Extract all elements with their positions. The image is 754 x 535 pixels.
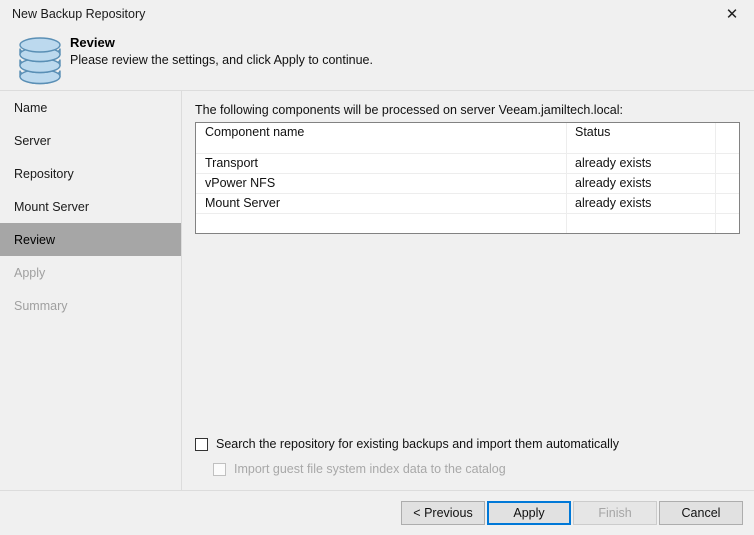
- close-button[interactable]: ✕: [710, 0, 754, 28]
- close-icon: ✕: [725, 4, 739, 23]
- sidebar-item-label: Name: [14, 100, 48, 115]
- import-index-checkbox: [213, 462, 226, 476]
- page-title: Review: [70, 35, 115, 50]
- database-repository-icon: [14, 32, 66, 88]
- table-header-row: Component name Status: [196, 123, 739, 143]
- wizard-header: Review Please review the settings, and c…: [0, 28, 754, 91]
- cell-component-name: vPower NFS: [205, 176, 276, 190]
- column-header-status[interactable]: Status: [575, 125, 610, 139]
- cell-component-name: Transport: [205, 156, 259, 170]
- table-row[interactable]: vPower NFS already exists: [196, 174, 739, 194]
- wizard-footer: < Previous Apply Finish Cancel: [0, 491, 754, 535]
- import-index-label: Import guest file system index data to t…: [234, 462, 506, 476]
- cell-status: already exists: [575, 156, 652, 170]
- search-repository-label: Search the repository for existing backu…: [216, 437, 619, 451]
- column-header-component-name[interactable]: Component name: [205, 125, 304, 139]
- apply-button[interactable]: Apply: [487, 501, 571, 525]
- finish-button: Finish: [573, 501, 657, 525]
- previous-button[interactable]: < Previous: [401, 501, 485, 525]
- window-title: New Backup Repository: [12, 7, 146, 21]
- sidebar-item-label: Mount Server: [14, 199, 90, 214]
- components-table[interactable]: Component name Status Transport already …: [195, 122, 740, 234]
- search-repository-checkbox[interactable]: [195, 437, 208, 451]
- table-row[interactable]: Mount Server already exists: [196, 194, 739, 214]
- cell-status: already exists: [575, 196, 652, 210]
- sidebar-item-review[interactable]: Review: [0, 223, 181, 256]
- sidebar-item-repository[interactable]: Repository: [0, 157, 181, 190]
- sidebar-item-mount-server[interactable]: Mount Server: [0, 190, 181, 223]
- table-row[interactable]: Transport already exists: [196, 154, 739, 174]
- sidebar-item-name[interactable]: Name: [0, 91, 181, 124]
- sidebar-item-server[interactable]: Server: [0, 124, 181, 157]
- cancel-button[interactable]: Cancel: [659, 501, 743, 525]
- import-index-checkbox-row: Import guest file system index data to t…: [213, 462, 506, 476]
- sidebar-item-label: Summary: [14, 298, 68, 313]
- sidebar-item-summary: Summary: [0, 289, 181, 322]
- main-content-panel: The following components will be process…: [182, 91, 754, 490]
- page-subtitle: Please review the settings, and click Ap…: [70, 53, 373, 67]
- sidebar-item-label: Server: [14, 133, 51, 148]
- sidebar-item-label: Review: [14, 232, 55, 247]
- cell-status: already exists: [575, 176, 652, 190]
- window-titlebar: New Backup Repository ✕: [0, 0, 754, 28]
- sidebar-item-apply: Apply: [0, 256, 181, 289]
- cell-component-name: Mount Server: [205, 196, 281, 210]
- components-description-label: The following components will be process…: [195, 103, 623, 117]
- sidebar-item-label: Apply: [14, 265, 46, 280]
- wizard-steps-sidebar: Name Server Repository Mount Server Revi…: [0, 91, 181, 490]
- sidebar-item-label: Repository: [14, 166, 74, 181]
- row-separator: [196, 213, 739, 214]
- search-repository-checkbox-row[interactable]: Search the repository for existing backu…: [195, 437, 619, 451]
